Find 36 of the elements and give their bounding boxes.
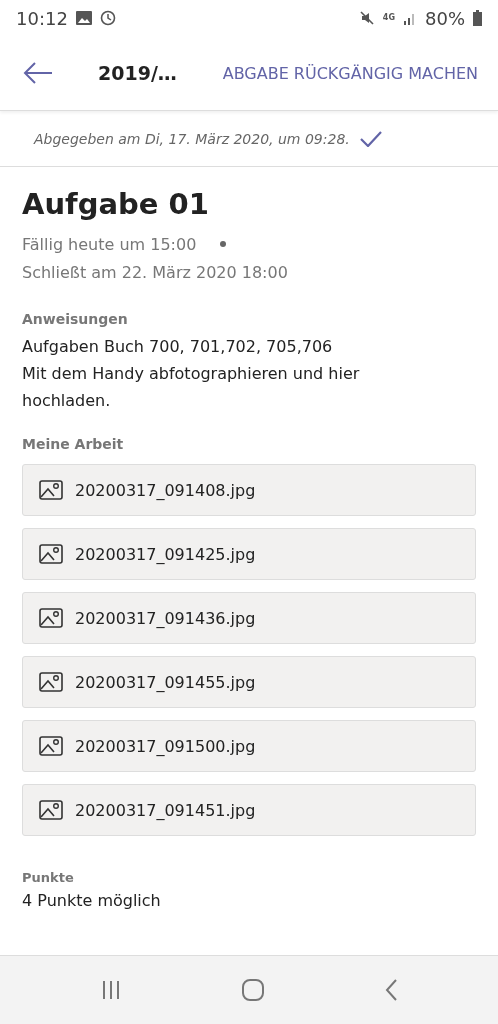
instruction-text: Mit dem Handy abfotographieren und hier hochladen.	[22, 363, 361, 412]
file-item[interactable]: 20200317_091455.jpg	[22, 656, 476, 708]
clock-icon	[99, 10, 116, 26]
image-file-icon	[39, 480, 63, 500]
image-file-icon	[39, 544, 63, 564]
back-nav-button[interactable]	[384, 978, 399, 1002]
file-item[interactable]: 20200317_091500.jpg	[22, 720, 476, 772]
undo-submit-button[interactable]: ABGABE RÜCKGÄNGIG MACHEN	[222, 63, 478, 83]
back-button[interactable]	[22, 61, 54, 85]
submitted-text: Abgegeben am Di, 17. März 2020, um 09:28.	[34, 130, 350, 147]
signal-icon	[403, 11, 417, 25]
section-label: Punkte	[22, 870, 75, 885]
image-file-icon	[39, 608, 63, 628]
section-label: Anweisungen	[22, 311, 129, 327]
image-file-icon	[39, 800, 63, 820]
network-type: 4G	[382, 14, 395, 22]
file-item[interactable]: 20200317_091408.jpg	[22, 464, 476, 516]
file-item[interactable]: 20200317_091451.jpg	[22, 784, 476, 836]
file-item[interactable]: 20200317_091425.jpg	[22, 528, 476, 580]
image-file-icon	[39, 736, 63, 756]
points-text: 4 Punkte möglich	[22, 891, 162, 910]
home-button[interactable]	[241, 978, 265, 1002]
assignment-title: Aufgabe 01	[22, 187, 210, 221]
image-file-icon	[39, 672, 63, 692]
section-label: Meine Arbeit	[22, 436, 125, 452]
file-item[interactable]: 20200317_091436.jpg	[22, 592, 476, 644]
battery-percent: 80%	[425, 7, 465, 29]
due-date: Fällig heute um 15:00	[22, 234, 197, 254]
header-title: 2019/…	[98, 62, 177, 84]
mute-icon	[358, 10, 375, 26]
close-date: Schließt am 22. März 2020 18:00	[22, 262, 289, 284]
battery-icon	[473, 10, 482, 26]
status-time: 10:12	[16, 7, 68, 29]
separator-dot	[220, 241, 227, 247]
image-icon	[75, 11, 92, 25]
instruction-text: Aufgaben Buch 700, 701,702, 705,706	[22, 336, 334, 358]
